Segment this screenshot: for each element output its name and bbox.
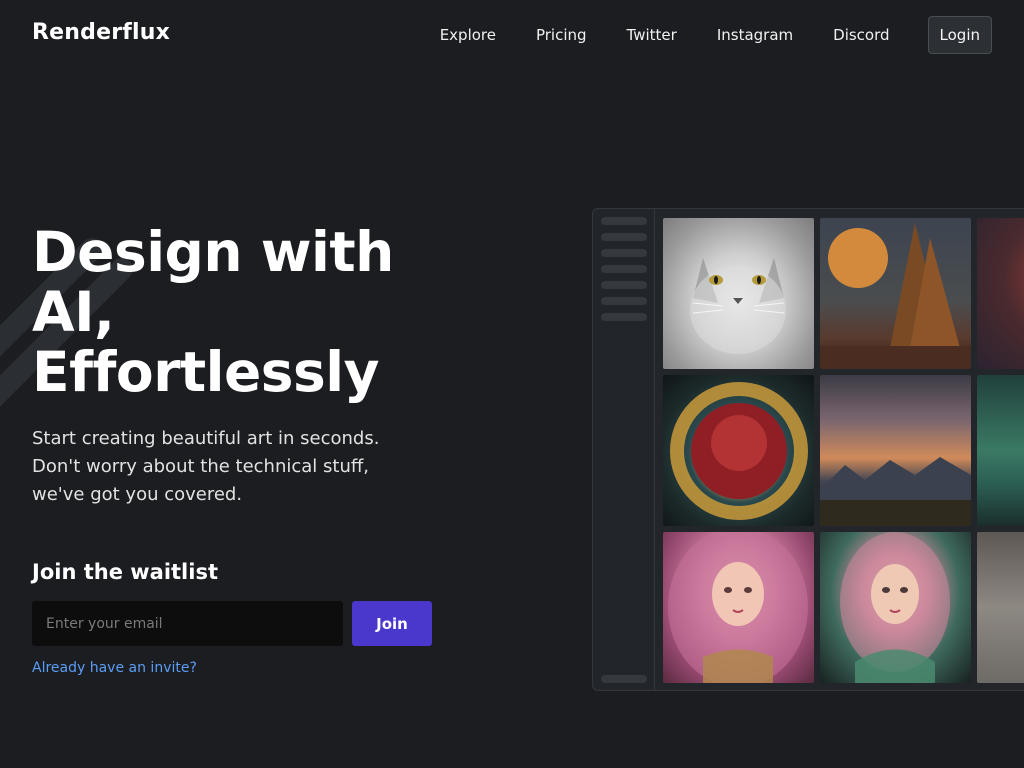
hero-title-line: Effortlessly <box>32 340 379 404</box>
sidebar-placeholder <box>601 675 647 683</box>
preview-sidebar <box>593 209 655 690</box>
app-preview <box>592 208 1024 691</box>
gallery-image-red-planet[interactable] <box>977 218 1024 369</box>
gallery-image-cat[interactable] <box>663 218 814 369</box>
mountains-illustration <box>820 457 971 526</box>
portrait-illustration <box>668 532 808 683</box>
portrait-illustration <box>840 532 950 683</box>
hero-subtitle: Start creating beautiful art in seconds.… <box>32 425 422 509</box>
gallery-image-portrait-2[interactable] <box>820 532 971 683</box>
image-grid <box>663 218 1024 683</box>
gallery-image-portrait-1[interactable] <box>663 532 814 683</box>
join-button[interactable]: Join <box>352 601 432 646</box>
nav-discord[interactable]: Discord <box>833 16 889 54</box>
email-input[interactable] <box>32 601 343 646</box>
gallery-image-ring[interactable] <box>663 375 814 526</box>
sidebar-placeholder <box>601 217 647 225</box>
gallery-image-lake[interactable] <box>977 375 1024 526</box>
sidebar-placeholder <box>601 281 647 289</box>
waitlist-title: Join the waitlist <box>32 560 218 584</box>
login-button[interactable]: Login <box>927 16 992 54</box>
brand-logo[interactable]: Renderflux <box>32 20 170 45</box>
hero-title-line: AI, <box>32 280 115 344</box>
sidebar-placeholder <box>601 249 647 257</box>
hero-subtitle-line: we've got you covered. <box>32 484 243 505</box>
sidebar-placeholder <box>601 265 647 273</box>
ring-illustration <box>670 382 808 520</box>
hero-title-line: Design with <box>32 220 394 284</box>
hero-subtitle-line: Start creating beautiful art in seconds. <box>32 428 380 449</box>
hero-subtitle-line: Don't worry about the technical stuff, <box>32 456 369 477</box>
nav-explore[interactable]: Explore <box>440 16 496 54</box>
invite-link[interactable]: Already have an invite? <box>32 660 197 676</box>
nav-twitter[interactable]: Twitter <box>627 16 677 54</box>
site-header: Renderflux Explore Pricing Twitter Insta… <box>0 0 1024 72</box>
sidebar-placeholder <box>601 297 647 305</box>
gallery-image-mountains[interactable] <box>820 375 971 526</box>
gallery-image-tree[interactable] <box>977 532 1024 683</box>
landing-page: Renderflux Explore Pricing Twitter Insta… <box>0 0 1024 768</box>
gallery-image-moon[interactable] <box>820 218 971 369</box>
cat-illustration <box>690 258 786 354</box>
nav-pricing[interactable]: Pricing <box>536 16 587 54</box>
nav-instagram[interactable]: Instagram <box>717 16 793 54</box>
moon-illustration <box>820 223 971 369</box>
hero-title: Design with AI, Effortlessly <box>32 222 432 402</box>
main-nav: Explore Pricing Twitter Instagram Discor… <box>440 16 992 54</box>
sidebar-placeholder <box>601 313 647 321</box>
sidebar-placeholder <box>601 233 647 241</box>
